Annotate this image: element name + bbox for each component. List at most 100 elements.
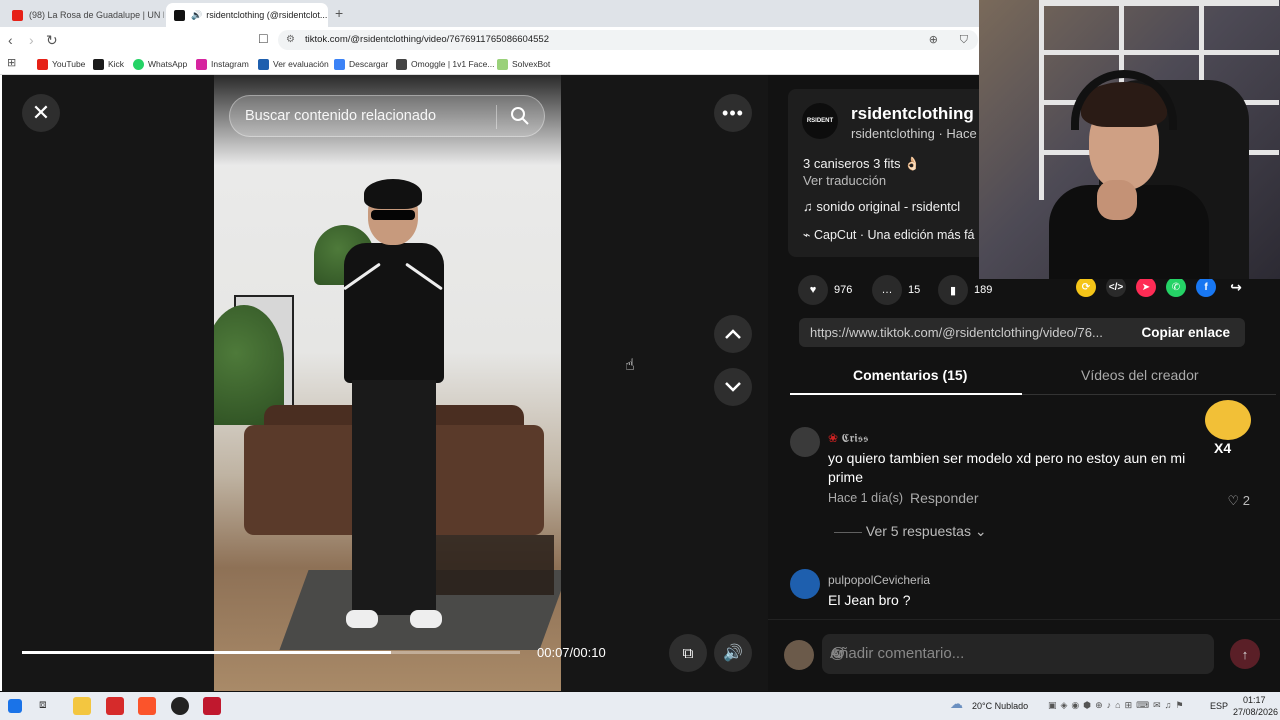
- more-icon: •••: [722, 102, 744, 123]
- pip-button[interactable]: ⧉: [669, 634, 707, 672]
- bookmark-whatsapp[interactable]: WhatsApp: [133, 57, 187, 71]
- webcam-overlay: [979, 0, 1280, 279]
- bookmark-youtube[interactable]: YouTube: [37, 57, 85, 71]
- tab-label: (98) La Rosa de Guadalupe | UN MU...: [29, 10, 164, 20]
- video-progress-bar[interactable]: [22, 651, 520, 654]
- clock-date[interactable]: 27/08/2026: [1233, 707, 1278, 717]
- bookmark-descargar[interactable]: Descargar: [334, 57, 388, 71]
- address-bar-row: ‹ › ↻ ☐ ⚙ tiktok.com/@rsidentclothing/vi…: [0, 27, 980, 53]
- comment-input[interactable]: Añadir comentario... @ ☺: [822, 634, 1214, 674]
- speaker-icon: 🔊: [191, 9, 203, 20]
- comment-author[interactable]: ❀ 𝕮𝖗𝖎𝖘𝖘: [828, 431, 868, 446]
- share-icon[interactable]: ↪: [1226, 277, 1246, 297]
- tray-icons[interactable]: ▣◈◉⬢⊕♪⌂⊞⌨✉♫⚑: [1048, 700, 1188, 711]
- commenter-avatar[interactable]: [790, 569, 820, 599]
- video-stage: Buscar contenido relacionado ✕ ••• 00:07…: [0, 75, 768, 691]
- next-video-button[interactable]: [714, 368, 752, 406]
- capcut-link[interactable]: ⌁ CapCut · Una edición más fá: [803, 227, 975, 242]
- apps-icon[interactable]: ⊞: [7, 56, 16, 69]
- forward-icon[interactable]: ›: [29, 32, 34, 48]
- comment-placeholder: Añadir comentario...: [830, 645, 965, 662]
- share-link-text[interactable]: https://www.tiktok.com/@rsidentclothing/…: [810, 325, 1128, 340]
- embed-icon[interactable]: </>: [1106, 277, 1126, 297]
- url-field[interactable]: ⚙ tiktok.com/@rsidentclothing/video/7676…: [278, 30, 978, 50]
- post-comment-button[interactable]: ↑: [1230, 639, 1260, 669]
- tab-comments[interactable]: Comentarios (15): [853, 367, 967, 383]
- send-to-friends-icon[interactable]: ➤: [1136, 277, 1156, 297]
- youtube-icon: [37, 58, 48, 70]
- bookmark-instagram[interactable]: Instagram: [196, 57, 249, 71]
- site-info-icon[interactable]: ⚙: [286, 30, 295, 50]
- like-button[interactable]: ♥ 976: [798, 275, 852, 305]
- translate-link[interactable]: Ver traducción: [803, 173, 886, 188]
- bookmark-icon[interactable]: ☐: [258, 32, 269, 46]
- more-options-button[interactable]: •••: [714, 94, 752, 132]
- volume-button[interactable]: 🔊: [714, 634, 752, 672]
- clock-time[interactable]: 01:17: [1243, 695, 1266, 705]
- view-replies-button[interactable]: —— Ver 5 respuestas ⌄: [834, 523, 987, 540]
- bookmark-omoggle[interactable]: Omoggle | 1v1 Face...: [396, 57, 494, 71]
- save-button[interactable]: ▮ 189: [938, 275, 992, 305]
- task-view-icon[interactable]: ⧈: [39, 697, 57, 715]
- panel-tabs: Comentarios (15) Vídeos del creador: [790, 363, 1276, 395]
- bookmark-ver-evaluacion[interactable]: Ver evaluación: [258, 57, 329, 71]
- start-icon[interactable]: [8, 699, 22, 713]
- omoggle-icon: [396, 58, 407, 70]
- close-video-button[interactable]: ✕: [22, 94, 60, 132]
- obs-icon[interactable]: [171, 697, 189, 715]
- comment-time: Hace 1 día(s): [828, 491, 904, 505]
- user-avatar: [784, 640, 814, 670]
- related-search-input[interactable]: Buscar contenido relacionado: [229, 95, 545, 137]
- language-indicator[interactable]: ESP: [1210, 701, 1228, 711]
- zoom-icon[interactable]: ⊕: [929, 30, 938, 50]
- commenter-avatar[interactable]: [790, 427, 820, 457]
- creator-username[interactable]: rsidentclothing: [851, 104, 974, 124]
- tab-creator-videos[interactable]: Vídeos del creador: [1081, 367, 1199, 383]
- mouse-cursor: ☝: [625, 357, 635, 374]
- capcut-icon: ⌁: [803, 228, 814, 242]
- sound-link[interactable]: ♫ sonido original - rsidentcl: [803, 199, 960, 214]
- facebook-share-icon[interactable]: f: [1196, 277, 1216, 297]
- heart-icon: ♥: [798, 275, 828, 305]
- reload-icon[interactable]: ↻: [46, 32, 58, 49]
- shoe-left: [346, 610, 378, 628]
- post-description: 3 caniseros 3 fits 👌🏻: [803, 156, 921, 171]
- search-icon[interactable]: [510, 106, 530, 131]
- whatsapp-share-icon[interactable]: ✆: [1166, 277, 1186, 297]
- active-tab-indicator: [790, 393, 1022, 395]
- comment-author[interactable]: pulpopolCevicheria: [828, 573, 930, 587]
- whatsapp-icon: [133, 58, 144, 70]
- bookmark-solvexbot[interactable]: SolvexBot: [497, 57, 550, 71]
- new-tab-button[interactable]: +: [335, 5, 343, 21]
- taskbar: ⧈ ☁ 20°C Nublado ▣◈◉⬢⊕♪⌂⊞⌨✉♫⚑ ESP 01:17 …: [0, 692, 1280, 720]
- comment-button[interactable]: … 15: [872, 275, 920, 305]
- shelf: [1039, 0, 1279, 6]
- brave-icon[interactable]: [138, 697, 156, 715]
- comment-count: 15: [908, 284, 921, 296]
- heart-outline-icon: ♡: [1227, 493, 1243, 508]
- shield-icon[interactable]: ⛉: [960, 30, 968, 50]
- kick-icon: [93, 58, 104, 70]
- search-separator: [496, 105, 497, 129]
- screen: (98) La Rosa de Guadalupe | UN MU... 🔊 r…: [0, 0, 1280, 720]
- bookmark-label: Descargar: [349, 59, 389, 69]
- copy-link-button[interactable]: Copiar enlace: [1141, 325, 1230, 340]
- repost-icon[interactable]: ⟳: [1076, 277, 1096, 297]
- browser-tab-youtube[interactable]: (98) La Rosa de Guadalupe | UN MU...: [4, 3, 164, 27]
- weather-text[interactable]: 20°C Nublado: [972, 701, 1028, 711]
- app-icon-2[interactable]: [203, 697, 221, 715]
- comment-like-button[interactable]: ♡ 2: [1227, 493, 1250, 509]
- creator-avatar[interactable]: RSIDENT: [802, 103, 838, 139]
- app-icon[interactable]: [106, 697, 124, 715]
- bookmark-label: Ver evaluación: [273, 59, 329, 69]
- back-icon[interactable]: ‹: [8, 32, 13, 48]
- browser-tab-tiktok[interactable]: 🔊 rsidentclothing (@rsidentclot... ✕: [166, 3, 328, 27]
- shelf: [1039, 0, 1044, 200]
- video-frame[interactable]: [214, 75, 561, 691]
- creator-subline: rsidentclothing · Hace: [851, 126, 977, 141]
- bookmark-kick[interactable]: Kick: [93, 57, 124, 71]
- file-explorer-icon[interactable]: [73, 697, 91, 715]
- reply-button[interactable]: Responder: [910, 490, 979, 506]
- previous-video-button[interactable]: [714, 315, 752, 353]
- emoji-icon[interactable]: ☺: [830, 645, 845, 662]
